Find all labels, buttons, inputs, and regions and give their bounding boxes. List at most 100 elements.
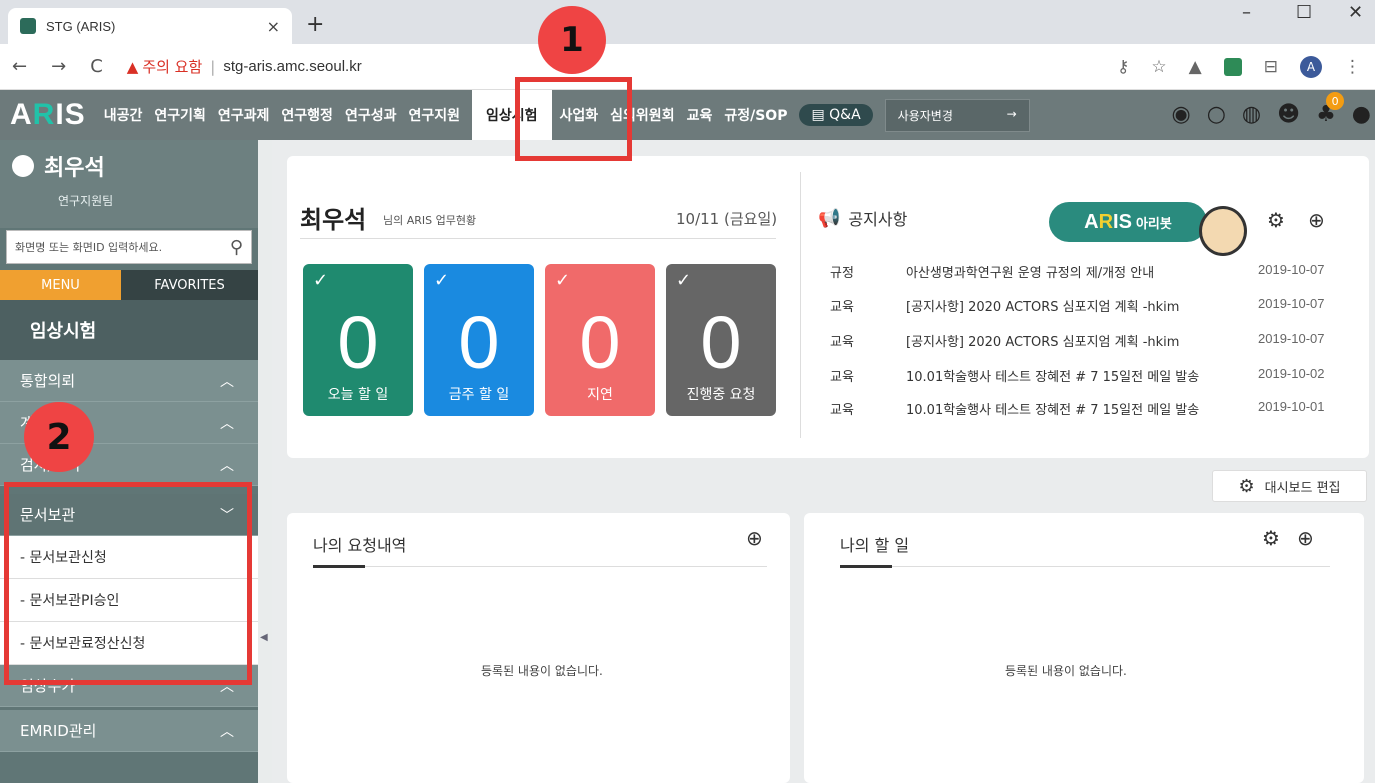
user-search-icon[interactable]: ◍ [1242, 102, 1261, 127]
arisbot-label: 아리봇 [1135, 216, 1172, 232]
notice-row[interactable]: 교육 10.01학술행사 테스트 장혜전 # 7 15일전 메일 발송 2019… [830, 399, 1330, 419]
collapse-arrow-icon[interactable]: ◀ [260, 632, 268, 643]
tile-label: 오늘 할 일 [327, 387, 389, 403]
sidebar-item-label: 통합의뢰 [20, 372, 76, 390]
active-underline [313, 565, 365, 568]
sidebar-item-emrid[interactable]: EMRID관리 ︿ [0, 710, 258, 752]
menu-kebab-icon[interactable]: ⋮ [1344, 57, 1361, 77]
check-icon: ✓ [555, 270, 571, 291]
tile-today-tasks[interactable]: ✓ 0 오늘 할 일 [303, 264, 413, 416]
dashboard-edit-label: 대시보드 편집 [1264, 480, 1341, 496]
sidebar-collapse-bar[interactable] [258, 140, 272, 783]
nav-item-my-space[interactable]: 내공간 [104, 105, 143, 125]
address-bar: ← → C ▲ 주의 요함 | stg-aris.amc.seoul.kr ⚷ … [0, 44, 1375, 90]
sidebar-tabs: MENU FAVORITES [0, 270, 258, 300]
megaphone-icon: 📢 [818, 207, 841, 229]
plus-circle-icon[interactable]: ⊕ [1308, 208, 1325, 232]
nav-item-research-planning[interactable]: 연구기획 [154, 105, 206, 125]
nav-item-research-results[interactable]: 연구성과 [345, 105, 397, 125]
current-date: 10/11 (금요일) [676, 210, 778, 228]
tile-in-progress-requests[interactable]: ✓ 0 진행중 요청 [666, 264, 776, 416]
nav-item-research-admin[interactable]: 연구행정 [281, 105, 333, 125]
notice-row[interactable]: 교육 [공지사항] 2020 ACTORS 심포지엄 계획 -hkim 2019… [830, 331, 1330, 351]
arisbot-avatar[interactable] [1199, 206, 1247, 256]
tile-delayed[interactable]: ✓ 0 지연 [545, 264, 655, 416]
notification-badge: 0 [1326, 92, 1345, 110]
tile-label: 진행중 요청 [686, 387, 756, 403]
plus-circle-icon[interactable]: ⊕ [746, 526, 763, 550]
key-icon[interactable]: ⚷ [1117, 57, 1129, 77]
nav-item-research-support[interactable]: 연구지원 [408, 105, 460, 125]
plus-circle-icon[interactable]: ⊕ [1297, 526, 1314, 550]
notice-text[interactable]: 아산생명과학연구원 운영 규정의 제/개정 안내 [906, 262, 1154, 281]
drive-icon[interactable]: ▲ [1189, 57, 1202, 77]
tab-menu[interactable]: MENU [0, 270, 121, 300]
check-icon: ✓ [434, 270, 450, 291]
notice-text[interactable]: 10.01학술행사 테스트 장혜전 # 7 15일전 메일 발송 [906, 366, 1199, 385]
search-icon[interactable]: ○ [1207, 102, 1226, 127]
chevron-up-icon: ︿ [220, 373, 234, 390]
tile-week-tasks[interactable]: ✓ 0 금주 할 일 [424, 264, 534, 416]
gear-icon[interactable]: ⚙ [1267, 208, 1285, 232]
minimize-button[interactable]: – [1242, 2, 1251, 23]
refresh-icon[interactable]: ◉ [1172, 102, 1191, 127]
qna-button[interactable]: ▤ Q&A [799, 104, 873, 126]
user-team: 연구지원팀 [58, 194, 114, 208]
empty-message: 등록된 내용이 없습니다. [481, 664, 603, 678]
maximize-button[interactable]: ☐ [1296, 2, 1312, 23]
user-name-row: 최우석 [12, 150, 105, 182]
extension-icon[interactable] [1223, 58, 1242, 76]
notice-date: 2019-10-01 [1258, 399, 1325, 414]
profile-avatar[interactable]: A [1300, 56, 1322, 78]
aris-logo[interactable]: ARIS [10, 98, 86, 132]
notice-row[interactable]: 규정 아산생명과학연구원 운영 규정의 제/개정 안내 2019-10-07 [830, 262, 1330, 282]
search-icon[interactable]: ⚲ [230, 237, 243, 258]
arisbot-button[interactable]: A R IS 아리봇 [1049, 202, 1207, 242]
notification-bell-icon[interactable]: ♣ 0 [1316, 92, 1345, 127]
back-icon[interactable]: ← [12, 56, 27, 77]
notice-row[interactable]: 교육 10.01학술행사 테스트 장혜전 # 7 15일전 메일 발송 2019… [830, 366, 1330, 386]
my-requests-title: 나의 요청내역 [313, 536, 407, 555]
notice-text[interactable]: [공지사항] 2020 ACTORS 심포지엄 계획 -hkim [906, 331, 1179, 350]
notice-text[interactable]: 10.01학술행사 테스트 장혜전 # 7 15일전 메일 발송 [906, 399, 1199, 418]
annotation-highlight-1 [515, 77, 632, 161]
new-tab-button[interactable]: + [306, 12, 324, 37]
tab-title: STG (ARIS) [46, 18, 116, 34]
warning-icon[interactable]: ▲ [127, 58, 139, 76]
chevron-up-icon: ︿ [220, 457, 234, 474]
chevron-up-icon: ︿ [220, 415, 234, 432]
nav-item-research-projects[interactable]: 연구과제 [218, 105, 270, 125]
dashboard-edit-button[interactable]: ⚙ 대시보드 편집 [1212, 470, 1367, 502]
tile-label: 지연 [587, 387, 613, 403]
annotation-highlight-2 [4, 482, 252, 685]
notice-category: 규정 [830, 266, 854, 281]
nav-item-education[interactable]: 교육 [687, 105, 713, 125]
user-name: 최우석 [44, 156, 105, 181]
user-change-field[interactable]: 사용자변경 → [884, 98, 1030, 132]
annotation-marker-1: 1 [538, 6, 606, 74]
sidebar-item-integrated-request[interactable]: 통합의뢰 ︿ [0, 360, 258, 402]
divider [313, 566, 767, 567]
security-warning[interactable]: 주의 요함 [142, 56, 202, 77]
reload-icon[interactable]: C [90, 56, 103, 77]
notice-category: 교육 [830, 370, 854, 385]
bookmark-star-icon[interactable]: ☆ [1151, 57, 1166, 77]
menu-search-input[interactable]: 화면명 또는 화면ID 입력하세요. ⚲ [6, 230, 252, 264]
notice-date: 2019-10-07 [1258, 331, 1325, 346]
forward-icon[interactable]: → [51, 56, 66, 77]
notice-date: 2019-10-07 [1258, 296, 1325, 311]
url-field[interactable]: stg-aris.amc.seoul.kr [223, 58, 361, 75]
notice-title: 공지사항 [848, 210, 908, 229]
notice-row[interactable]: 교육 [공지사항] 2020 ACTORS 심포지엄 계획 -hkim 2019… [830, 296, 1330, 316]
window-close-button[interactable]: ✕ [1348, 2, 1363, 23]
tab-favorites[interactable]: FAVORITES [121, 270, 258, 300]
gear-icon[interactable]: ⚙ [1262, 526, 1280, 550]
nav-item-regulation-sop[interactable]: 규정/SOP [724, 105, 787, 125]
browser-tab[interactable]: STG (ARIS) × [8, 8, 292, 44]
user-icon[interactable]: ● [1352, 102, 1371, 127]
bot-icon[interactable]: ☻ [1277, 102, 1300, 127]
check-icon: ✓ [313, 270, 329, 291]
notice-text[interactable]: [공지사항] 2020 ACTORS 심포지엄 계획 -hkim [906, 296, 1179, 315]
window-icon[interactable]: ⊟ [1264, 57, 1278, 77]
tab-close-icon[interactable]: × [267, 17, 280, 36]
